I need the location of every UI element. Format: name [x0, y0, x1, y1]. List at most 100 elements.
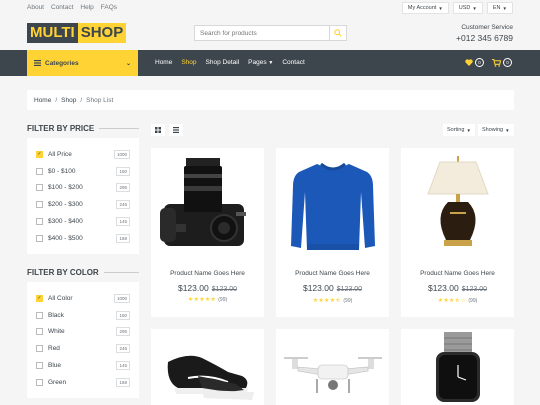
filter-option-label: All Price — [48, 150, 72, 158]
nav-shop[interactable]: Shop — [181, 59, 196, 66]
watch-image[interactable] — [401, 329, 514, 405]
cart-button[interactable]: 0 — [492, 58, 512, 67]
checkbox[interactable]: ✓ — [36, 150, 43, 158]
breadcrumb-home[interactable]: Home — [34, 97, 51, 104]
my-account-dropdown[interactable]: My Account ▼ — [401, 2, 449, 14]
drone-image[interactable] — [276, 329, 389, 405]
customer-service: Customer Service +012 345 6789 — [456, 24, 513, 43]
help-link[interactable]: Help — [80, 4, 93, 11]
nav-icons: 0 0 — [465, 58, 512, 67]
filter-price-title: FILTER BY PRICE — [27, 124, 139, 133]
filter-option-count: 246 — [116, 344, 130, 354]
nav-pages[interactable]: Pages ▼ — [248, 59, 273, 66]
checkbox[interactable] — [36, 311, 43, 319]
wishlist-button[interactable]: 0 — [465, 58, 484, 67]
search-icon — [334, 29, 342, 37]
top-links: About Contact Help FAQs — [27, 4, 117, 11]
checkbox[interactable] — [36, 201, 43, 209]
product-rating: ★★★★⯪ (99) — [276, 296, 389, 306]
product-prices: $123.00 $123.00 — [401, 283, 514, 293]
checkbox[interactable] — [36, 345, 43, 353]
categories-button[interactable]: Categories ⌄ — [27, 50, 138, 76]
product-card[interactable] — [151, 329, 264, 405]
nav-links: Home Shop Shop Detail Pages ▼ Contact — [155, 59, 305, 66]
checkbox[interactable] — [36, 362, 43, 370]
filter-option-count: 168 — [116, 233, 130, 243]
filter-price-option[interactable]: $0 - $100 150 — [36, 163, 130, 180]
filter-price-option[interactable]: ✓ All Price 1000 — [36, 146, 130, 163]
nav-contact[interactable]: Contact — [282, 59, 304, 66]
sweater-image[interactable] — [276, 148, 389, 260]
nav-home[interactable]: Home — [155, 59, 172, 66]
my-account-label: My Account — [407, 5, 437, 11]
search-button[interactable] — [329, 26, 346, 40]
filter-price-box: ✓ All Price 1000 $0 - $100 150 $100 - $2… — [27, 138, 139, 254]
sorting-dropdown[interactable]: Sorting ▼ — [443, 124, 475, 136]
search-input[interactable] — [195, 26, 329, 40]
filter-price-option[interactable]: $200 - $300 246 — [36, 196, 130, 213]
currency-dropdown[interactable]: USD ▼ — [452, 2, 483, 14]
product-card[interactable]: Product Name Goes Here $123.00 $123.00 ★★… — [151, 148, 264, 317]
faqs-link[interactable]: FAQs — [101, 4, 117, 11]
grid-view-button[interactable] — [151, 124, 165, 136]
filter-option-count: 150 — [116, 166, 130, 176]
site-logo[interactable]: MULTI SHOP — [27, 23, 127, 43]
checkbox[interactable] — [36, 167, 43, 175]
filter-color-option[interactable]: Red 246 — [36, 340, 130, 357]
filter-color-option[interactable]: White 295 — [36, 324, 130, 341]
product-card[interactable]: Product Name Goes Here $123.00 $123.00 ★★… — [276, 148, 389, 317]
checkbox[interactable] — [36, 378, 43, 386]
contact-link[interactable]: Contact — [51, 4, 73, 11]
showing-label: Showing — [482, 127, 504, 133]
filter-option-label: Black — [48, 311, 64, 319]
product-card[interactable] — [276, 329, 389, 405]
checkbox[interactable] — [36, 234, 43, 242]
logo-part-2: SHOP — [77, 23, 127, 43]
filter-color-option[interactable]: Black 150 — [36, 307, 130, 324]
filter-color-option[interactable]: ✓ All Color 1000 — [36, 290, 130, 307]
checkbox[interactable]: ✓ — [36, 294, 43, 302]
breadcrumb-shop[interactable]: Shop — [61, 97, 76, 104]
product-card[interactable]: Product Name Goes Here $123.00 $123.00 ★★… — [401, 148, 514, 317]
product-old-price: $123.00 — [461, 286, 488, 293]
filter-option-count: 295 — [116, 183, 130, 193]
product-old-price: $123.00 — [211, 286, 238, 293]
top-dropdowns: My Account ▼ USD ▼ EN ▼ — [401, 2, 513, 14]
product-reviews: (99) — [218, 297, 228, 303]
menu-icon — [34, 60, 41, 66]
list-view-button[interactable] — [169, 124, 183, 136]
checkbox[interactable] — [36, 218, 43, 226]
shoes-image[interactable] — [151, 329, 264, 405]
product-name[interactable]: Product Name Goes Here — [401, 270, 514, 277]
checkbox[interactable] — [36, 328, 43, 336]
filter-color-title: FILTER BY COLOR — [27, 268, 139, 277]
search-bar — [194, 25, 347, 41]
showing-dropdown[interactable]: Showing ▼ — [478, 124, 514, 136]
filter-price-option[interactable]: $300 - $400 145 — [36, 213, 130, 230]
language-dropdown[interactable]: EN ▼ — [486, 2, 513, 14]
filter-price-option[interactable]: $400 - $500 168 — [36, 230, 130, 247]
chevron-down-icon: ▼ — [268, 60, 274, 66]
camera-image[interactable] — [151, 148, 264, 260]
product-card[interactable] — [401, 329, 514, 405]
filter-color-option[interactable]: Green 168 — [36, 374, 130, 391]
checkbox[interactable] — [36, 184, 43, 192]
sorting-label: Sorting — [447, 127, 465, 133]
product-rating: ★★★⯪☆ (99) — [401, 296, 514, 306]
filter-option-count: 145 — [116, 217, 130, 227]
nav-shop-detail[interactable]: Shop Detail — [206, 59, 240, 66]
breadcrumb-separator: / — [55, 96, 58, 104]
product-name[interactable]: Product Name Goes Here — [151, 270, 264, 277]
filter-price-heading: FILTER BY PRICE — [27, 124, 95, 133]
customer-service-title: Customer Service — [461, 24, 513, 31]
product-name[interactable]: Product Name Goes Here — [276, 270, 389, 277]
filter-option-label: All Color — [48, 294, 73, 302]
filter-price-option[interactable]: $100 - $200 295 — [36, 180, 130, 197]
product-price: $123.00 — [177, 283, 209, 293]
about-link[interactable]: About — [27, 4, 44, 11]
lamp-image[interactable] — [401, 148, 514, 260]
currency-label: USD — [458, 5, 471, 11]
wishlist-count: 0 — [475, 58, 484, 67]
filter-color-option[interactable]: Blue 145 — [36, 357, 130, 374]
chevron-down-icon: ⌄ — [125, 60, 131, 67]
